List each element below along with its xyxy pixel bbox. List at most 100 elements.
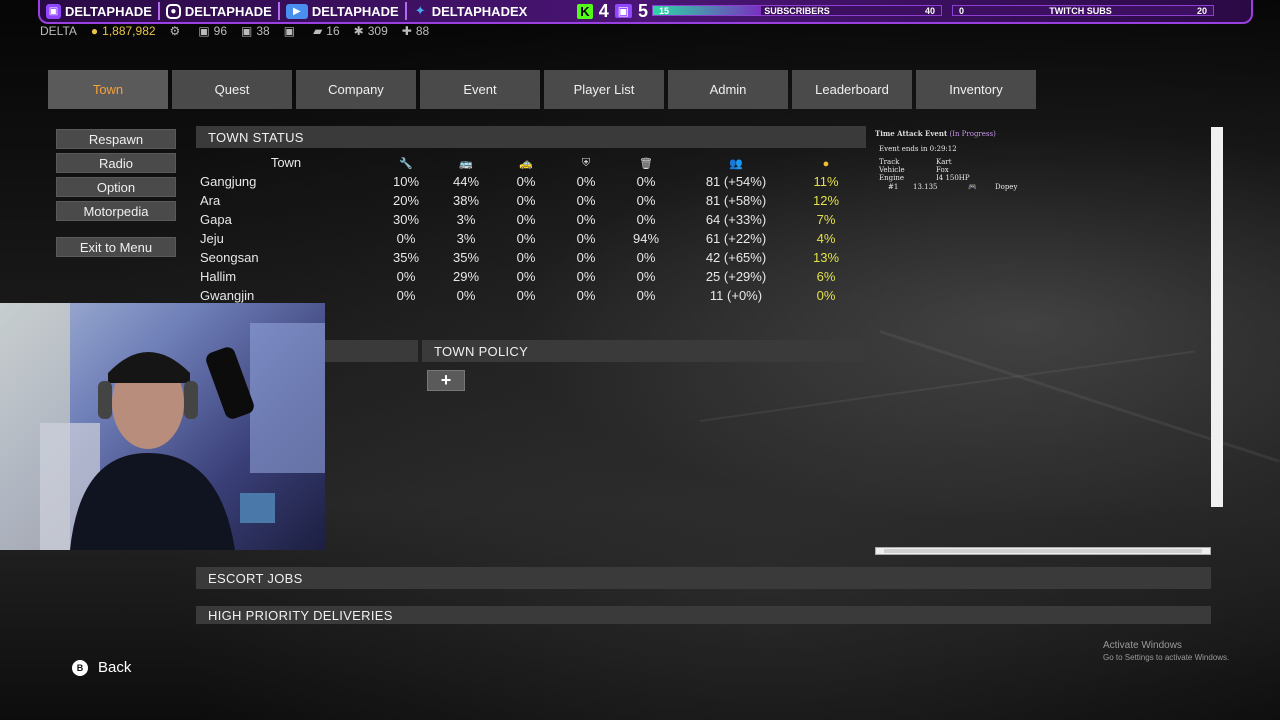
service-percent: 0% [576, 250, 596, 265]
table-row: Seongsan 35% 35% 0% 0% 0% 42 (+65%) 13% [196, 248, 866, 267]
service-percent: 0% [576, 231, 596, 246]
service-percent: 20% [392, 193, 420, 208]
town-name: Ara [200, 193, 221, 208]
service-percent: 0% [516, 231, 536, 246]
tab-player-list[interactable]: Player List [544, 70, 664, 109]
event-vertical-scrollbar[interactable] [1211, 127, 1223, 507]
taxi-icon: 🚕 [519, 157, 533, 170]
back-label: Back [98, 659, 132, 676]
table-row: Ara 20% 38% 0% 0% 0% 81 (+58%) 12% [196, 191, 866, 210]
stream-overlay-bar: ▣ DELTAPHADE ● DELTAPHADE ▶ DELTAPHADE ✦… [38, 0, 1253, 24]
tab-quest[interactable]: Quest [172, 70, 292, 109]
social-youtube: ▶ DELTAPHADE [280, 0, 405, 22]
population-value: 64 (+33%) [705, 212, 767, 227]
service-percent: 35% [392, 250, 420, 265]
service-percent: 0% [636, 269, 656, 284]
event-horizontal-scrollbar[interactable] [875, 547, 1211, 555]
event-panel: Time Attack Event (In Progress) Event en… [875, 127, 1211, 507]
column-taxi: 🚕 [496, 155, 556, 170]
trash-icon: 🗑 [639, 157, 653, 170]
kick-icon: K [577, 3, 593, 19]
population-value: 81 (+58%) [705, 193, 767, 208]
service-percent: 94% [632, 231, 660, 246]
social-instagram: ● DELTAPHADE [160, 0, 278, 22]
social-handle: DELTAPHADE [65, 3, 152, 19]
town-name: Seongsan [200, 250, 259, 265]
wrench-icon: ⚙ [169, 24, 181, 38]
bus-icon: 🚌 [459, 157, 473, 170]
service-percent: 0% [576, 288, 596, 303]
service-percent: 0% [636, 193, 656, 208]
subscriber-goal-fill [653, 6, 761, 15]
event-rank: #1 [888, 183, 899, 191]
respawn-button[interactable]: Respawn [56, 129, 176, 149]
policy-left-header [325, 340, 418, 362]
tab-event[interactable]: Event [420, 70, 540, 109]
main-tabs: Town Quest Company Event Player List Adm… [48, 70, 1036, 109]
service-percent: 3% [456, 212, 476, 227]
service-percent: 0% [456, 288, 476, 303]
tab-admin[interactable]: Admin [668, 70, 788, 109]
twitch-count: 5 [638, 0, 649, 21]
motorpedia-button[interactable]: Motorpedia [56, 201, 176, 221]
stat-item: ⚙ [170, 24, 185, 38]
tab-town[interactable]: Town [48, 70, 168, 109]
event-details: Track Kart Vehicle Fox Engine I4 150HP [879, 158, 970, 182]
column-trash: 🗑 [616, 155, 676, 170]
twitch-subs-goal: 20 [1196, 5, 1207, 16]
event-leaderboard-row: #1 13.135 🎮 Dopey [888, 183, 1211, 191]
stat-item: ▣ 38 [241, 24, 270, 38]
subscriber-label: SUBSCRIBERS [764, 5, 830, 16]
twitter-icon: ✦ [414, 3, 426, 18]
gold-percent: 11% [813, 174, 839, 189]
gamepad-icon: 🎮 [968, 183, 977, 191]
town-name: Hallim [200, 269, 237, 284]
gear-icon: ✱ [353, 24, 364, 38]
exit-to-menu-button[interactable]: Exit to Menu [56, 237, 176, 257]
service-percent: 3% [456, 231, 476, 246]
column-bus: 🚌 [436, 155, 496, 170]
watermark-subtitle: Go to Settings to activate Windows. [1103, 653, 1230, 662]
option-button[interactable]: Option [56, 177, 176, 197]
service-percent: 0% [516, 269, 536, 284]
radio-button[interactable]: Radio [56, 153, 176, 173]
tab-company[interactable]: Company [296, 70, 416, 109]
service-percent: 0% [576, 269, 596, 284]
tab-inventory[interactable]: Inventory [916, 70, 1036, 109]
social-handle: DELTAPHADE [184, 3, 272, 19]
tab-leaderboard[interactable]: Leaderboard [792, 70, 912, 109]
back-button[interactable]: B Back [72, 659, 131, 676]
coin-icon: ● [822, 157, 830, 170]
money-display: ● 1,887,982 [90, 24, 156, 38]
event-timer: Event ends in 0:29:12 [879, 145, 957, 153]
stat-item: ✱ 309 [353, 24, 388, 38]
population-value: 81 (+54%) [705, 174, 767, 189]
instagram-icon: ● [165, 3, 181, 19]
social-twitch: ▣ DELTAPHADE [40, 0, 158, 22]
add-policy-button[interactable]: + [427, 370, 465, 391]
kick-count: 4 [598, 0, 609, 21]
high-priority-deliveries-header[interactable]: HIGH PRIORITY DELIVERIES [196, 606, 1211, 624]
service-percent: 38% [452, 193, 480, 208]
social-twitter: ✦ DELTAPHADEX [407, 0, 534, 22]
event-title: Time Attack Event (In Progress) [875, 129, 996, 138]
gold-percent: 12% [812, 193, 840, 208]
social-handle: DELTAPHADE [311, 3, 399, 19]
follower-counts: K 4 ▣ 5 [577, 1, 648, 22]
bus-icon: ▣ [198, 24, 210, 38]
population-value: 61 (+22%) [705, 231, 767, 246]
service-percent: 35% [452, 250, 480, 265]
town-name: Gangjung [200, 174, 257, 189]
twitch-subs-goal-bar: 0 TWITCH SUBS 20 [952, 5, 1214, 16]
people-icon: 👥 [729, 157, 743, 170]
twitch-small-icon: ▣ [614, 4, 633, 18]
activate-windows-watermark: Activate Windows Go to Settings to activ… [1103, 640, 1229, 662]
youtube-icon: ▶ [285, 3, 308, 19]
service-percent: 0% [516, 212, 536, 227]
escort-jobs-header[interactable]: ESCORT JOBS [196, 567, 1211, 589]
badge-icon: ✚ [401, 24, 412, 38]
stat-item: ▰ 16 [313, 24, 340, 38]
gold-percent: 4% [816, 231, 836, 246]
player-stats-bar: DELTA ● 1,887,982 ⚙ ▣ 96 ▣ 38 ▣ ▰ 16 ✱ 309 ✚ 8… [40, 24, 429, 38]
twitch-subs-label: TWITCH SUBS [1049, 5, 1112, 16]
